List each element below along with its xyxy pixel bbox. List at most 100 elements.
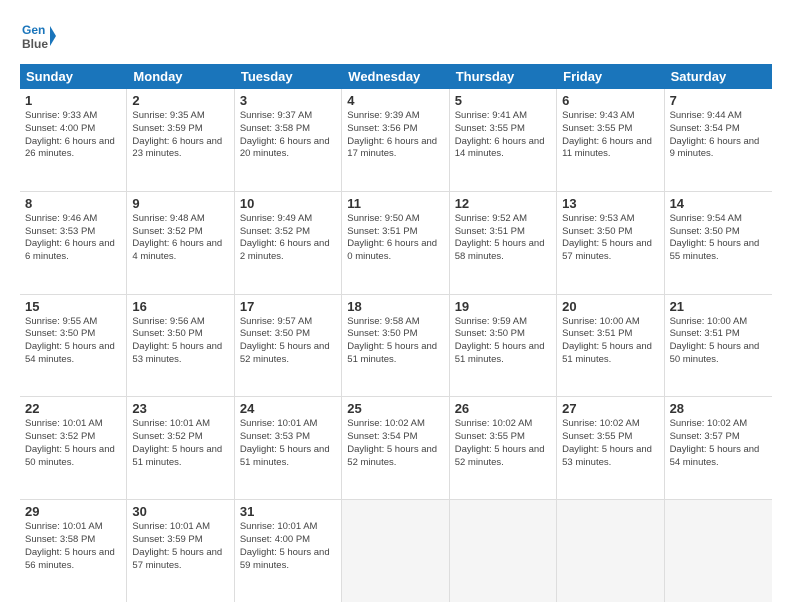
calendar-cell-day-14: 14 Sunrise: 9:54 AMSunset: 3:50 PMDayligh… [665,192,772,294]
calendar-cell-day-23: 23 Sunrise: 10:01 AMSunset: 3:52 PMDaylig… [127,397,234,499]
logo-icon: Gen Blue [20,18,56,54]
calendar-cell-empty [665,500,772,602]
calendar-cell-day-11: 11Sunrise: 9:50 AMSunset: 3:51 PMDayligh… [342,192,449,294]
calendar-row-1: 1 Sunrise: 9:33 AMSunset: 4:00 PMDaylight… [20,89,772,192]
cell-info: Sunrise: 9:55 AMSunset: 3:50 PMDaylight:… [25,316,115,365]
calendar: SundayMondayTuesdayWednesdayThursdayFrid… [20,64,772,602]
calendar-cell-day-15: 15 Sunrise: 9:55 AMSunset: 3:50 PMDayligh… [20,295,127,397]
cell-info: Sunrise: 9:49 AMSunset: 3:52 PMDaylight:… [240,213,330,262]
cell-info: Sunrise: 9:57 AMSunset: 3:50 PMDaylight:… [240,316,330,365]
day-number: 22 [25,401,121,416]
day-number: 18 [347,299,443,314]
calendar-cell-empty [342,500,449,602]
day-number: 2 [132,93,228,108]
day-number: 5 [455,93,551,108]
calendar-cell-day-2: 2 Sunrise: 9:35 AMSunset: 3:59 PMDaylight… [127,89,234,191]
day-number: 4 [347,93,443,108]
calendar-cell-day-5: 5 Sunrise: 9:41 AMSunset: 3:55 PMDaylight… [450,89,557,191]
cell-info: Sunrise: 10:01 AMSunset: 4:00 PMDaylight… [240,521,330,570]
cell-info: Sunrise: 9:54 AMSunset: 3:50 PMDaylight:… [670,213,760,262]
calendar-cell-day-18: 18Sunrise: 9:58 AMSunset: 3:50 PMDayligh… [342,295,449,397]
calendar-cell-day-12: 12 Sunrise: 9:52 AMSunset: 3:51 PMDayligh… [450,192,557,294]
cell-info: Sunrise: 10:01 AMSunset: 3:58 PMDaylight… [25,521,115,570]
day-number: 12 [455,196,551,211]
page-header: Gen Blue [20,18,772,54]
day-number: 16 [132,299,228,314]
svg-text:Gen: Gen [22,23,45,37]
day-number: 31 [240,504,336,519]
weekday-header-saturday: Saturday [665,64,772,89]
calendar-cell-day-21: 21 Sunrise: 10:00 AMSunset: 3:51 PMDaylig… [665,295,772,397]
calendar-cell-day-20: 20Sunrise: 10:00 AMSunset: 3:51 PMDaylig… [557,295,664,397]
calendar-cell-day-1: 1 Sunrise: 9:33 AMSunset: 4:00 PMDaylight… [20,89,127,191]
calendar-cell-day-26: 26 Sunrise: 10:02 AMSunset: 3:55 PMDaylig… [450,397,557,499]
calendar-cell-day-31: 31 Sunrise: 10:01 AMSunset: 4:00 PMDaylig… [235,500,342,602]
weekday-header-wednesday: Wednesday [342,64,449,89]
calendar-row-5: 29 Sunrise: 10:01 AMSunset: 3:58 PMDaylig… [20,500,772,602]
day-number: 7 [670,93,767,108]
calendar-cell-day-3: 3Sunrise: 9:37 AMSunset: 3:58 PMDaylight… [235,89,342,191]
logo: Gen Blue [20,18,56,54]
day-number: 19 [455,299,551,314]
calendar-cell-day-17: 17 Sunrise: 9:57 AMSunset: 3:50 PMDayligh… [235,295,342,397]
cell-info: Sunrise: 9:35 AMSunset: 3:59 PMDaylight:… [132,110,222,159]
cell-info: Sunrise: 9:39 AMSunset: 3:56 PMDaylight:… [347,110,437,159]
calendar-row-4: 22 Sunrise: 10:01 AMSunset: 3:52 PMDaylig… [20,397,772,500]
cell-info: Sunrise: 9:53 AMSunset: 3:50 PMDaylight:… [562,213,652,262]
day-number: 21 [670,299,767,314]
day-number: 23 [132,401,228,416]
day-number: 14 [670,196,767,211]
day-number: 13 [562,196,658,211]
calendar-cell-day-4: 4 Sunrise: 9:39 AMSunset: 3:56 PMDaylight… [342,89,449,191]
day-number: 15 [25,299,121,314]
day-number: 26 [455,401,551,416]
day-number: 28 [670,401,767,416]
cell-info: Sunrise: 10:01 AMSunset: 3:59 PMDaylight… [132,521,222,570]
day-number: 20 [562,299,658,314]
calendar-row-3: 15 Sunrise: 9:55 AMSunset: 3:50 PMDayligh… [20,295,772,398]
day-number: 10 [240,196,336,211]
calendar-cell-day-13: 13 Sunrise: 9:53 AMSunset: 3:50 PMDayligh… [557,192,664,294]
cell-info: Sunrise: 10:00 AMSunset: 3:51 PMDaylight… [670,316,760,365]
cell-info: Sunrise: 10:01 AMSunset: 3:52 PMDaylight… [25,418,115,467]
calendar-cell-day-22: 22 Sunrise: 10:01 AMSunset: 3:52 PMDaylig… [20,397,127,499]
day-number: 24 [240,401,336,416]
cell-info: Sunrise: 9:59 AMSunset: 3:50 PMDaylight:… [455,316,545,365]
cell-info: Sunrise: 10:02 AMSunset: 3:55 PMDaylight… [455,418,545,467]
calendar-cell-day-25: 25Sunrise: 10:02 AMSunset: 3:54 PMDaylig… [342,397,449,499]
calendar-cell-day-9: 9Sunrise: 9:48 AMSunset: 3:52 PMDaylight… [127,192,234,294]
calendar-cell-day-7: 7 Sunrise: 9:44 AMSunset: 3:54 PMDaylight… [665,89,772,191]
day-number: 29 [25,504,121,519]
weekday-header-thursday: Thursday [450,64,557,89]
cell-info: Sunrise: 10:01 AMSunset: 3:53 PMDaylight… [240,418,330,467]
cell-info: Sunrise: 9:56 AMSunset: 3:50 PMDaylight:… [132,316,222,365]
cell-info: Sunrise: 10:02 AMSunset: 3:57 PMDaylight… [670,418,760,467]
weekday-header-monday: Monday [127,64,234,89]
cell-info: Sunrise: 10:01 AMSunset: 3:52 PMDaylight… [132,418,222,467]
cell-info: Sunrise: 9:37 AMSunset: 3:58 PMDaylight:… [240,110,330,159]
calendar-cell-day-30: 30Sunrise: 10:01 AMSunset: 3:59 PMDaylig… [127,500,234,602]
cell-info: Sunrise: 9:41 AMSunset: 3:55 PMDaylight:… [455,110,545,159]
calendar-cell-day-10: 10 Sunrise: 9:49 AMSunset: 3:52 PMDayligh… [235,192,342,294]
weekday-header-sunday: Sunday [20,64,127,89]
day-number: 1 [25,93,121,108]
svg-text:Blue: Blue [22,37,48,51]
calendar-cell-empty [450,500,557,602]
calendar-cell-day-24: 24 Sunrise: 10:01 AMSunset: 3:53 PMDaylig… [235,397,342,499]
day-number: 17 [240,299,336,314]
cell-info: Sunrise: 9:52 AMSunset: 3:51 PMDaylight:… [455,213,545,262]
cell-info: Sunrise: 9:44 AMSunset: 3:54 PMDaylight:… [670,110,760,159]
calendar-cell-day-19: 19 Sunrise: 9:59 AMSunset: 3:50 PMDayligh… [450,295,557,397]
cell-info: Sunrise: 9:33 AMSunset: 4:00 PMDaylight:… [25,110,115,159]
calendar-body: 1 Sunrise: 9:33 AMSunset: 4:00 PMDaylight… [20,89,772,602]
calendar-row-2: 8Sunrise: 9:46 AMSunset: 3:53 PMDaylight… [20,192,772,295]
day-number: 6 [562,93,658,108]
calendar-cell-day-29: 29 Sunrise: 10:01 AMSunset: 3:58 PMDaylig… [20,500,127,602]
calendar-cell-day-27: 27Sunrise: 10:02 AMSunset: 3:55 PMDaylig… [557,397,664,499]
calendar-cell-day-8: 8Sunrise: 9:46 AMSunset: 3:53 PMDaylight… [20,192,127,294]
weekday-header-friday: Friday [557,64,664,89]
day-number: 25 [347,401,443,416]
calendar-cell-day-6: 6Sunrise: 9:43 AMSunset: 3:55 PMDaylight… [557,89,664,191]
day-number: 27 [562,401,658,416]
calendar-cell-day-16: 16 Sunrise: 9:56 AMSunset: 3:50 PMDayligh… [127,295,234,397]
